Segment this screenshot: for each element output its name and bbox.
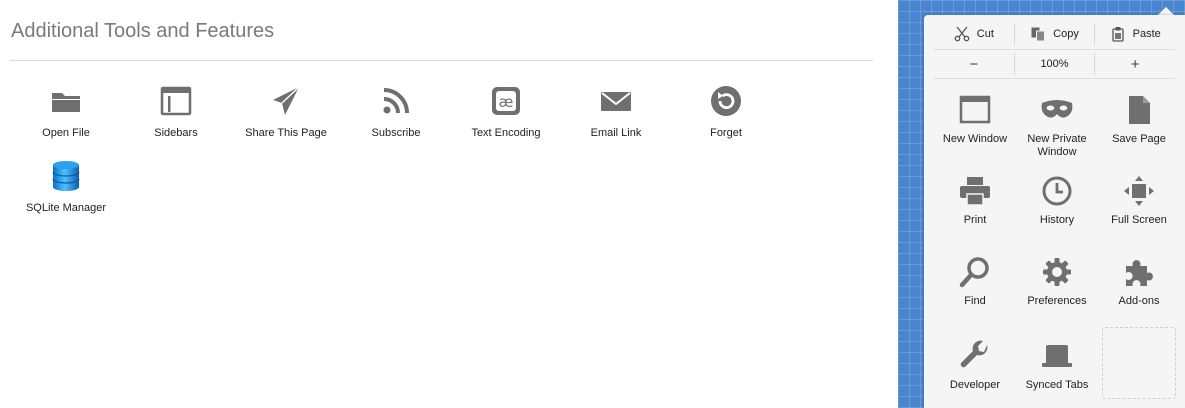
item-label: Synced Tabs [1025,379,1089,391]
folder-icon [49,84,83,118]
cut-button[interactable]: Cut [934,23,1014,45]
save-page-button[interactable]: Save Page [1098,93,1180,146]
customize-palette: Additional Tools and Features Open File … [0,0,898,408]
zoom-in-button[interactable]: + [1094,53,1175,75]
zoom-divider [934,78,1175,79]
tool-label: SQLite Manager [25,202,107,214]
fullscreen-icon [1122,174,1156,208]
item-label: Preferences [1027,295,1087,307]
preferences-button[interactable]: Preferences [1016,255,1098,308]
item-label: Full Screen [1111,214,1167,226]
clipboard-icon [1110,26,1126,42]
tool-subscribe[interactable]: Subscribe [341,84,451,150]
empty-slot [1102,327,1176,399]
item-label: New Private Window [1027,133,1087,158]
mask-icon [1040,93,1074,127]
paste-button[interactable]: Paste [1094,23,1175,45]
paste-label: Paste [1132,28,1161,40]
email-icon [599,84,633,118]
tool-label: Text Encoding [471,127,541,139]
item-label: History [1039,214,1075,226]
minus-icon: − [969,55,979,73]
zoom-reset-button[interactable]: 100% [1013,53,1095,75]
copy-label: Copy [1053,28,1079,40]
full-screen-button[interactable]: Full Screen [1098,174,1180,227]
zoom-controls: − 100% + [934,53,1175,75]
tool-label: Forget [710,127,742,139]
palette-title: Additional Tools and Features [11,20,275,42]
database-icon [49,159,83,193]
copy-button[interactable]: Copy [1013,23,1095,45]
tool-forget[interactable]: Forget [671,84,781,150]
svg-text:æ: æ [499,93,514,111]
edit-controls: Cut Copy Paste [934,23,1175,45]
forget-icon [709,84,743,118]
clock-icon [1040,174,1074,208]
rss-icon [379,84,413,118]
gear-icon [1040,255,1074,289]
sidebar-icon [159,84,193,118]
text-encoding-icon: æ [489,84,523,118]
copy-icon [1030,26,1046,42]
zoom-level: 100% [1040,58,1069,70]
new-window-button[interactable]: New Window [934,93,1016,146]
developer-button[interactable]: Developer [934,339,1016,392]
tool-label: Subscribe [371,127,421,139]
magnifier-icon [958,255,992,289]
plus-icon: + [1130,55,1140,73]
edit-divider [934,49,1175,50]
tool-open-file[interactable]: Open File [11,84,121,150]
add-ons-button[interactable]: Add-ons [1098,255,1180,308]
tool-label: Email Link [590,127,642,139]
tool-sidebars[interactable]: Sidebars [121,84,231,150]
scissors-icon [954,26,970,42]
item-label: Add-ons [1118,295,1160,307]
tool-label: Open File [42,127,90,139]
zoom-out-button[interactable]: − [934,53,1014,75]
tool-label: Sidebars [154,127,198,139]
tool-text-encoding[interactable]: æ Text Encoding [451,84,561,150]
synced-tabs-button[interactable]: Synced Tabs [1016,339,1098,392]
cut-label: Cut [976,28,994,40]
item-label: Find [964,295,986,307]
tool-label: Share This Page [245,127,327,139]
item-label: New Window [942,133,1008,145]
wrench-icon [958,339,992,373]
menu-panel: Cut Copy Paste − 100% + New Window New P… [924,15,1185,408]
tool-email-link[interactable]: Email Link [561,84,671,150]
palette-divider [10,60,873,61]
tool-sqlite-manager[interactable]: SQLite Manager [11,159,121,225]
synced-tabs-icon [1040,339,1074,373]
new-private-window-button[interactable]: New Private Window [1016,93,1098,159]
page-icon [1122,93,1156,127]
share-icon [269,84,303,118]
window-icon [958,93,992,127]
printer-icon [958,174,992,208]
find-button[interactable]: Find [934,255,1016,308]
print-button[interactable]: Print [934,174,1016,227]
item-label: Print [963,214,987,226]
item-label: Developer [949,379,1001,391]
item-label: Save Page [1112,133,1166,145]
puzzle-icon [1122,255,1156,289]
history-button[interactable]: History [1016,174,1098,227]
tool-share-page[interactable]: Share This Page [231,84,341,150]
